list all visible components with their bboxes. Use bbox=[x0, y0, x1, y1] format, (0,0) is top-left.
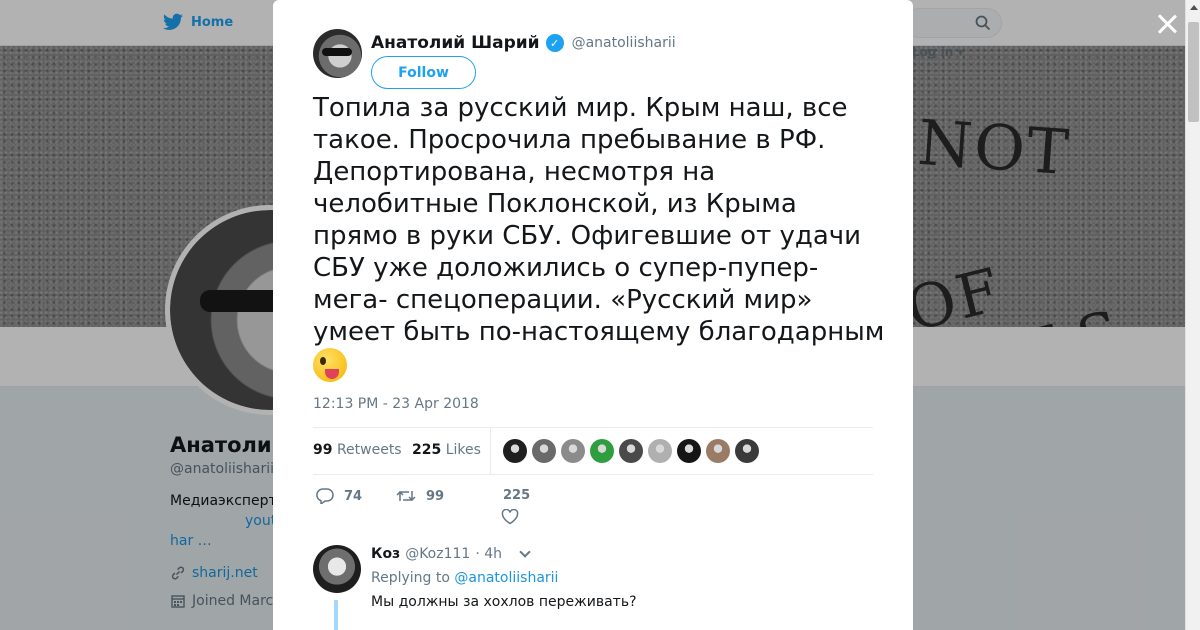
scroll-up-arrow-icon[interactable] bbox=[1190, 5, 1198, 10]
tweet-author-avatar[interactable] bbox=[313, 29, 362, 78]
stats-divider bbox=[490, 428, 491, 475]
replying-to-link[interactable]: @anatoliisharii bbox=[454, 570, 558, 586]
tweet-text-body: Топила за русский мир. Крым наш, все так… bbox=[313, 93, 885, 347]
verified-badge-icon: ✓ bbox=[545, 34, 564, 52]
reply-button[interactable]: 74 bbox=[316, 488, 362, 504]
reply-author-avatar[interactable] bbox=[313, 545, 361, 593]
likes-count: 225 bbox=[412, 442, 442, 458]
liker-avatar[interactable] bbox=[677, 439, 701, 463]
retweet-icon bbox=[396, 490, 416, 502]
tweet-text: Топила за русский мир. Крым наш, все так… bbox=[313, 92, 888, 384]
liker-avatar[interactable] bbox=[532, 439, 556, 463]
retweets-count: 99 bbox=[313, 442, 333, 458]
reply-icon bbox=[316, 488, 334, 504]
reply-author-name[interactable]: Коз bbox=[371, 546, 400, 562]
liker-avatar[interactable] bbox=[590, 439, 614, 463]
liker-avatar[interactable] bbox=[648, 439, 672, 463]
tweet-author-handle[interactable]: @anatoliisharii bbox=[572, 35, 676, 51]
chevron-down-icon[interactable] bbox=[519, 546, 531, 558]
likes-stat[interactable]: 225 Likes bbox=[412, 442, 481, 458]
liker-avatar[interactable] bbox=[503, 439, 527, 463]
reply-thread-line bbox=[334, 600, 338, 630]
tweet-actions: 74 99 225 bbox=[313, 484, 873, 530]
reply-header: Коз @Koz111 · 4h bbox=[371, 546, 531, 562]
reply-text: Мы должны за хохлов переживать? bbox=[371, 594, 637, 610]
likes-label: Likes bbox=[445, 442, 481, 458]
retweet-button[interactable]: 99 bbox=[396, 488, 444, 504]
zany-face-emoji-icon bbox=[313, 348, 347, 382]
close-icon[interactable] bbox=[1155, 12, 1179, 36]
liker-avatar[interactable] bbox=[706, 439, 730, 463]
tweet-stats: 99 Retweets 225 Likes bbox=[313, 427, 873, 475]
tweet-author[interactable]: Анатолий Шарий ✓ @anatoliisharii bbox=[371, 33, 676, 53]
liker-avatar[interactable] bbox=[561, 439, 585, 463]
reply-count: 74 bbox=[344, 488, 363, 504]
like-count: 225 bbox=[503, 488, 531, 503]
follow-button[interactable]: Follow bbox=[371, 56, 476, 89]
replying-to: Replying to @anatoliisharii bbox=[371, 570, 558, 586]
liker-avatar[interactable] bbox=[735, 439, 759, 463]
retweets-label: Retweets bbox=[336, 442, 402, 458]
tweet-timestamp[interactable]: 12:13 PM - 23 Apr 2018 bbox=[313, 396, 479, 412]
like-button[interactable]: 225 bbox=[501, 488, 531, 525]
reply-time[interactable]: · 4h bbox=[475, 546, 502, 562]
replying-prefix: Replying to bbox=[371, 570, 450, 586]
reply-author-handle[interactable]: @Koz111 bbox=[405, 546, 470, 562]
scrollbar[interactable] bbox=[1185, 0, 1200, 630]
retweets-stat[interactable]: 99 Retweets bbox=[313, 442, 402, 458]
liker-avatar[interactable] bbox=[619, 439, 643, 463]
liker-avatars bbox=[503, 439, 759, 463]
tweet-modal: Анатолий Шарий ✓ @anatoliisharii Follow … bbox=[273, 0, 913, 630]
heart-icon bbox=[501, 509, 519, 525]
scrollbar-thumb[interactable] bbox=[1188, 22, 1199, 122]
tweet-author-name[interactable]: Анатолий Шарий bbox=[371, 33, 540, 53]
retweet-count: 99 bbox=[426, 488, 445, 504]
